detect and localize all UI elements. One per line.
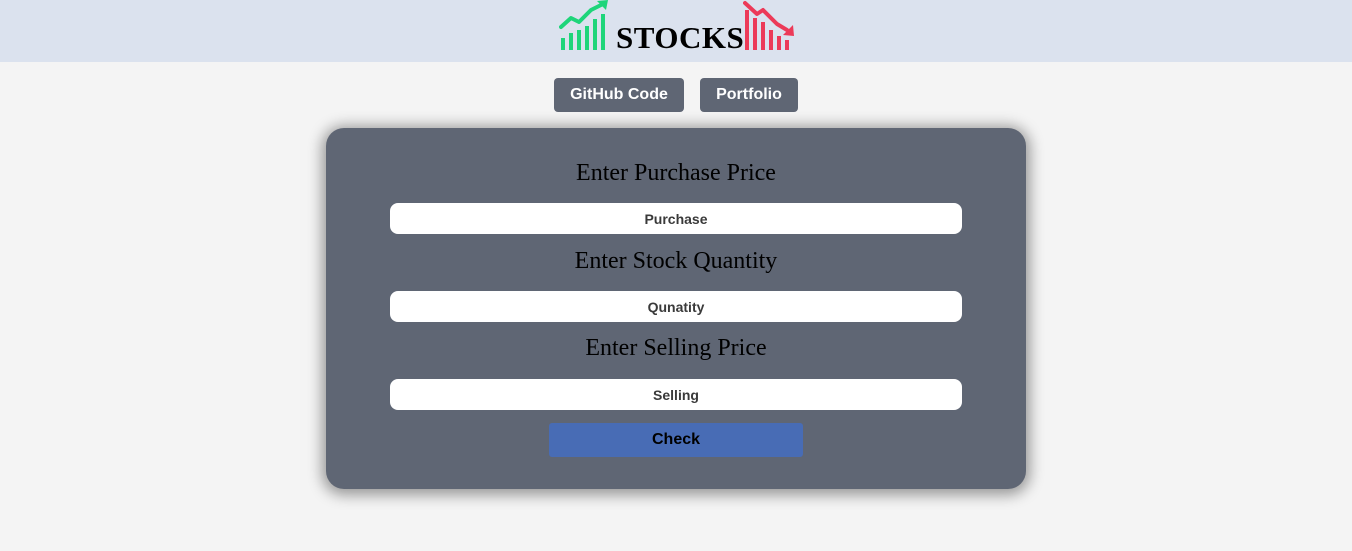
purchase-price-input[interactable] — [390, 203, 962, 234]
stock-calculator-card: Enter Purchase Price Enter Stock Quantit… — [326, 128, 1026, 489]
chart-down-icon — [743, 1, 794, 50]
selling-price-input[interactable] — [390, 379, 962, 410]
github-code-button[interactable]: GitHub Code — [554, 78, 684, 112]
stocks-logo: STOCKS — [559, 0, 795, 55]
stock-quantity-input[interactable] — [390, 291, 962, 322]
chart-up-icon — [559, 0, 608, 50]
stock-quantity-label: Enter Stock Quantity — [574, 248, 778, 274]
selling-price-label: Enter Selling Price — [585, 335, 767, 361]
header-bar: STOCKS — [0, 0, 1352, 62]
logo-text: STOCKS — [616, 20, 745, 55]
check-button[interactable]: Check — [549, 423, 803, 457]
purchase-price-label: Enter Purchase Price — [576, 160, 776, 186]
portfolio-button[interactable]: Portfolio — [700, 78, 798, 112]
